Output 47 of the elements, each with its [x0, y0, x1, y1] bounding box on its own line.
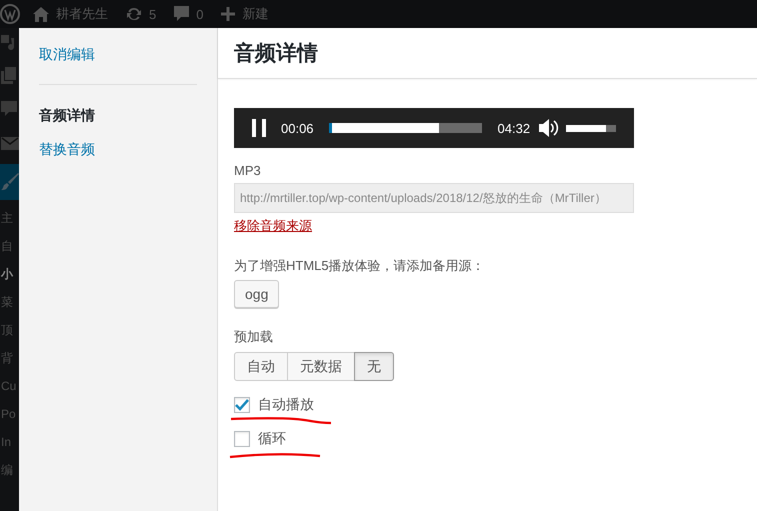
preload-option[interactable]: 自动	[234, 352, 288, 381]
admin-menu-item[interactable]: 菜	[0, 288, 19, 316]
preload-label: 预加载	[234, 328, 273, 346]
admin-menu-item[interactable]: Cu	[0, 372, 19, 400]
home-icon	[33, 6, 49, 22]
preload-option[interactable]: 无	[354, 352, 394, 381]
admin-menu-item[interactable]: 背	[0, 344, 19, 372]
add-source-button[interactable]: ogg	[234, 280, 280, 308]
plus-icon	[221, 7, 236, 21]
appearance-menu-item[interactable]	[0, 164, 19, 200]
admin-menu-item[interactable]: In	[0, 428, 19, 456]
paintbrush-icon	[1, 173, 19, 191]
checkbox[interactable]	[234, 397, 250, 413]
admin-menu-item[interactable]: 小	[0, 260, 19, 288]
progress-track[interactable]	[328, 123, 482, 133]
cancel-edit-link[interactable]: 取消编辑	[39, 46, 197, 64]
envelope-icon[interactable]	[1, 136, 19, 150]
sidebar-menu-item[interactable]: 音频详情	[39, 107, 197, 125]
refresh-icon	[126, 6, 142, 22]
source-url-field[interactable]: http://mrtiller.top/wp-content/uploads/2018/12/怒放的生命（MrTiller）	[234, 183, 634, 213]
speaker-icon[interactable]	[539, 119, 560, 137]
checkbox-label: 自动播放	[258, 396, 314, 414]
source-label: MP3	[234, 163, 261, 178]
admin-bar-link[interactable]: 耕者先生	[56, 5, 108, 23]
fallback-hint: 为了增强HTML5播放体验，请添加备用源：	[234, 257, 485, 275]
preload-option[interactable]: 元数据	[287, 352, 355, 381]
wordpress-logo-icon[interactable]	[0, 4, 20, 24]
modal-title: 音频详情	[234, 40, 318, 67]
admin-bar-link[interactable]: 0	[196, 6, 204, 22]
sidebar-menu-item[interactable]: 替换音频	[39, 141, 197, 159]
current-time: 00:06	[281, 120, 314, 136]
checkbox[interactable]	[234, 431, 250, 447]
speech-bubble-icon	[174, 6, 190, 22]
speech-bubble-icon[interactable]	[1, 101, 17, 117]
admin-menu-item[interactable]: 编	[0, 456, 19, 484]
admin-bar-link[interactable]: 5	[149, 6, 156, 22]
pages-icon[interactable]	[1, 66, 16, 84]
checkbox-label: 循环	[258, 430, 286, 448]
admin-bar-link[interactable]: 新建	[242, 5, 268, 23]
admin-menu-item[interactable]: Po	[0, 400, 19, 428]
volume-track[interactable]	[566, 124, 616, 132]
admin-menu-item[interactable]: 自	[0, 232, 19, 260]
duration: 04:32	[498, 120, 530, 136]
pause-icon[interactable]	[251, 119, 267, 137]
admin-menu-item[interactable]: 顶	[0, 316, 19, 344]
admin-menu-item[interactable]: 主	[0, 204, 19, 232]
remove-source-link[interactable]: 移除音频来源	[234, 217, 312, 235]
